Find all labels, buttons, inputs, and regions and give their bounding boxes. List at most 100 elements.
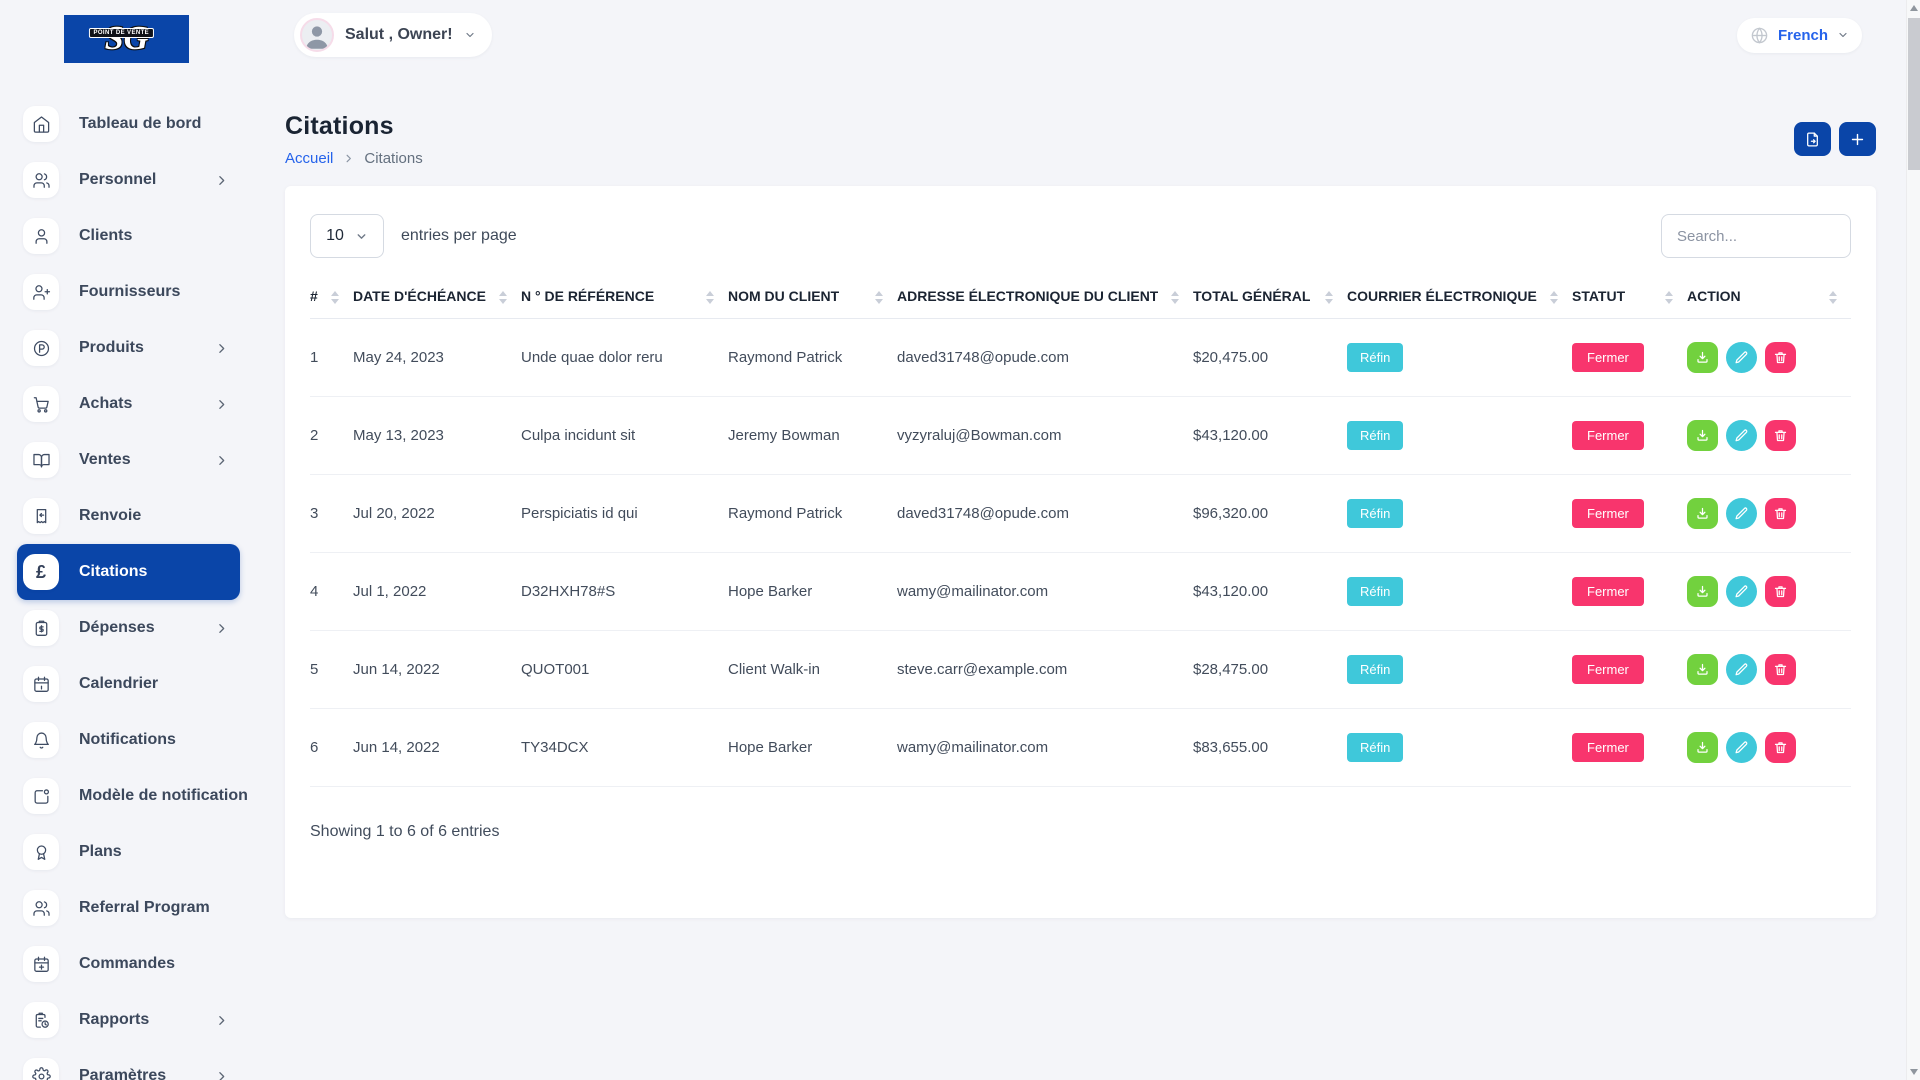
status-badge[interactable]: Fermer xyxy=(1572,499,1644,528)
column-header-[interactable]: # xyxy=(310,284,353,319)
sidebar-item-produits[interactable]: Produits xyxy=(0,320,258,376)
email-status-badge[interactable]: Réfin xyxy=(1347,499,1403,528)
sidebar-item-rapports[interactable]: Rapports xyxy=(0,992,258,1048)
download-button[interactable] xyxy=(1687,732,1718,763)
email-status-badge[interactable]: Réfin xyxy=(1347,577,1403,606)
brand-logo[interactable]: SG POINT DE VENTE xyxy=(64,15,189,63)
download-icon xyxy=(1695,740,1710,755)
page-scrollbar[interactable] xyxy=(1906,0,1920,1080)
sidebar-item-personnel[interactable]: Personnel xyxy=(0,152,258,208)
column-header-label: ADRESSE ÉLECTRONIQUE DU CLIENT xyxy=(897,288,1158,304)
sidebar-item-plans[interactable]: Plans xyxy=(0,824,258,880)
cell-index: 1 xyxy=(310,319,353,397)
status-badge[interactable]: Fermer xyxy=(1572,577,1644,606)
delete-button[interactable] xyxy=(1765,342,1796,373)
trash-icon xyxy=(1773,662,1788,677)
column-header-statut[interactable]: STATUT xyxy=(1572,284,1687,319)
column-header-label: # xyxy=(310,288,318,304)
email-status-badge[interactable]: Réfin xyxy=(1347,343,1403,372)
delete-button[interactable] xyxy=(1765,420,1796,451)
sidebar-item-clients[interactable]: Clients xyxy=(0,208,258,264)
sidebar-item-ventes[interactable]: Ventes xyxy=(0,432,258,488)
column-header-action[interactable]: ACTION xyxy=(1687,284,1851,319)
sidebar-item-achats[interactable]: Achats xyxy=(0,376,258,432)
sort-icon xyxy=(875,288,883,304)
scrollbar-down-arrow-icon[interactable] xyxy=(1907,1064,1920,1080)
column-header-nom-du-client[interactable]: NOM DU CLIENT xyxy=(728,284,897,319)
page-head: Citations Accueil Citations xyxy=(285,112,1876,167)
user-menu[interactable]: Salut , Owner! xyxy=(294,13,492,57)
page-size-select[interactable]: 10 xyxy=(310,214,384,258)
download-button[interactable] xyxy=(1687,342,1718,373)
users-icon xyxy=(23,890,59,926)
quotations-card: 10 entries per page # DATE D'ÉCHÉANC xyxy=(285,186,1876,918)
sidebar-item-renvoie[interactable]: Renvoie xyxy=(0,488,258,544)
cell-index: 4 xyxy=(310,553,353,631)
email-status-badge[interactable]: Réfin xyxy=(1347,421,1403,450)
sidebar-item-commandes[interactable]: Commandes xyxy=(0,936,258,992)
search-input[interactable] xyxy=(1661,214,1851,258)
cell-due-date: May 24, 2023 xyxy=(353,319,521,397)
sidebar-item-parametres[interactable]: Paramètres xyxy=(0,1048,258,1080)
sidebar-item-calendrier[interactable]: Calendrier xyxy=(0,656,258,712)
sidebar-item-notifications[interactable]: Notifications xyxy=(0,712,258,768)
email-status-badge[interactable]: Réfin xyxy=(1347,655,1403,684)
edit-button[interactable] xyxy=(1726,498,1757,529)
sidebar-item-modele-de-notification[interactable]: Modèle de notification xyxy=(0,768,258,824)
email-status-badge[interactable]: Réfin xyxy=(1347,733,1403,762)
status-badge[interactable]: Fermer xyxy=(1572,655,1644,684)
sidebar-item-depenses[interactable]: Dépenses xyxy=(0,600,258,656)
download-button[interactable] xyxy=(1687,420,1718,451)
sidebar-item-citations[interactable]: £ Citations xyxy=(17,544,240,600)
delete-button[interactable] xyxy=(1765,576,1796,607)
delete-button[interactable] xyxy=(1765,498,1796,529)
status-badge[interactable]: Fermer xyxy=(1572,733,1644,762)
sidebar-item-label: Achats xyxy=(79,395,132,413)
sidebar: SG POINT DE VENTE Tableau de bord Person… xyxy=(0,0,258,1080)
sidebar-item-fournisseurs[interactable]: Fournisseurs xyxy=(0,264,258,320)
export-button[interactable] xyxy=(1794,122,1831,156)
delete-button[interactable] xyxy=(1765,654,1796,685)
language-selector[interactable]: French xyxy=(1737,18,1862,53)
edit-button[interactable] xyxy=(1726,420,1757,451)
add-button[interactable] xyxy=(1839,122,1876,156)
cell-client-email: wamy@mailinator.com xyxy=(897,553,1193,631)
row-actions xyxy=(1687,576,1841,607)
status-badge[interactable]: Fermer xyxy=(1572,421,1644,450)
download-button[interactable] xyxy=(1687,654,1718,685)
download-button[interactable] xyxy=(1687,498,1718,529)
sidebar-item-referral-program[interactable]: Referral Program xyxy=(0,880,258,936)
column-header-total-general[interactable]: TOTAL GÉNÉRAL xyxy=(1193,284,1347,319)
column-header-adresse-electronique-du-client[interactable]: ADRESSE ÉLECTRONIQUE DU CLIENT xyxy=(897,284,1193,319)
cell-due-date: Jul 20, 2022 xyxy=(353,475,521,553)
cell-reference: Unde quae dolor reru xyxy=(521,319,728,397)
column-header-courrier-electronique[interactable]: COURRIER ÉLECTRONIQUE xyxy=(1347,284,1572,319)
chevron-right-icon xyxy=(215,1014,228,1027)
edit-button[interactable] xyxy=(1726,576,1757,607)
edit-button[interactable] xyxy=(1726,342,1757,373)
column-header-n-de-reference[interactable]: N ° DE RÉFÉRENCE xyxy=(521,284,728,319)
chevron-down-icon xyxy=(464,29,476,41)
sidebar-item-label: Paramètres xyxy=(79,1067,166,1080)
cell-grand-total: $20,475.00 xyxy=(1193,319,1347,397)
chevron-right-icon xyxy=(215,454,228,467)
edit-button[interactable] xyxy=(1726,654,1757,685)
breadcrumb-home-link[interactable]: Accueil xyxy=(285,150,333,167)
home-icon xyxy=(23,106,59,142)
award-icon xyxy=(23,834,59,870)
edit-button[interactable] xyxy=(1726,732,1757,763)
column-header-label: ACTION xyxy=(1687,288,1741,304)
scrollbar-thumb[interactable] xyxy=(1908,18,1920,170)
pencil-icon xyxy=(1734,740,1749,755)
download-icon xyxy=(1695,662,1710,677)
cell-grand-total: $43,120.00 xyxy=(1193,397,1347,475)
delete-button[interactable] xyxy=(1765,732,1796,763)
trash-icon xyxy=(1773,428,1788,443)
scrollbar-up-arrow-icon[interactable] xyxy=(1907,0,1920,16)
download-button[interactable] xyxy=(1687,576,1718,607)
download-icon xyxy=(1695,584,1710,599)
page-title: Citations xyxy=(285,112,423,141)
status-badge[interactable]: Fermer xyxy=(1572,343,1644,372)
sidebar-item-tableau-de-bord[interactable]: Tableau de bord xyxy=(0,96,258,152)
column-header-date-d-echeance[interactable]: DATE D'ÉCHÉANCE xyxy=(353,284,521,319)
